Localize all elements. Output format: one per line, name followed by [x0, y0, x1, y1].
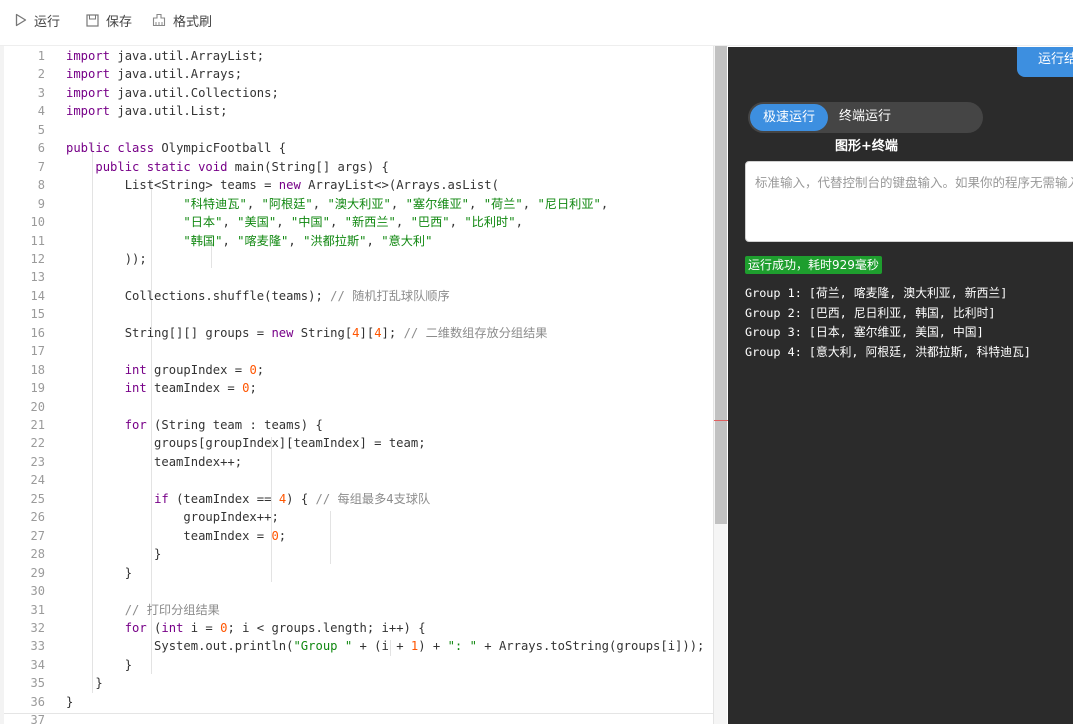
toolbar: 运行 保存 格式刷 [0, 0, 1073, 46]
format-label: 格式刷 [173, 14, 213, 30]
save-label: 保存 [106, 14, 133, 30]
code-line[interactable]: )); [66, 250, 147, 268]
fast-run-option[interactable]: 极速运行 [750, 104, 828, 131]
line-number: 17 [30, 344, 45, 359]
code-line[interactable]: "科特迪瓦", "阿根廷", "澳大利亚", "塞尔维亚", "荷兰", "尼日… [66, 195, 608, 213]
line-number: 24 [30, 473, 45, 488]
code-line[interactable]: import java.util.Arrays; [66, 65, 242, 83]
graphic-terminal-option[interactable]: 图形+终端 [835, 135, 898, 154]
code-line[interactable]: public static void main(String[] args) { [66, 158, 389, 176]
line-number: 9 [37, 196, 45, 211]
line-number: 27 [30, 528, 45, 543]
save-toolbar-button[interactable]: 保存 [86, 10, 132, 30]
line-number: 16 [30, 325, 45, 340]
run-label: 运行 [34, 14, 61, 30]
code-line[interactable]: } [66, 656, 132, 674]
code-line[interactable]: import java.util.List; [66, 102, 227, 120]
code-line[interactable]: } [66, 564, 132, 582]
save-icon [86, 13, 99, 27]
code-line[interactable]: for (int i = 0; i < groups.length; i++) … [66, 619, 426, 637]
line-number: 22 [30, 436, 45, 451]
line-number: 13 [30, 270, 45, 285]
stdin-input[interactable] [745, 161, 1073, 242]
run-status-badge: 运行成功，耗时929毫秒 [745, 256, 882, 274]
code-line[interactable]: System.out.println("Group " + (i + 1) + … [66, 637, 704, 655]
run-result-button[interactable]: 运行结果 [1017, 47, 1073, 77]
line-number: 1 [37, 49, 45, 63]
code-line[interactable]: groupIndex++; [66, 508, 278, 526]
editor-bottom-border [4, 713, 714, 714]
code-line[interactable]: Collections.shuffle(teams); // 随机打乱球队顺序 [66, 287, 450, 305]
line-number: 29 [30, 565, 45, 580]
run-panel: 运行结果 极速运行 终端运行 图形+终端 运行成功，耗时929毫秒 Group … [728, 47, 1073, 724]
code-line[interactable]: } [66, 693, 73, 711]
line-number: 6 [37, 141, 45, 156]
scrollbar-marker [714, 420, 728, 421]
line-number: 10 [30, 215, 45, 230]
line-number: 15 [30, 307, 45, 322]
code-line[interactable]: } [66, 674, 102, 692]
code-line[interactable]: } [66, 545, 161, 563]
scrollbar-thumb[interactable] [715, 46, 727, 524]
line-number: 20 [30, 399, 45, 414]
line-number: 18 [30, 362, 45, 377]
line-number: 25 [30, 491, 45, 506]
output-line: Group 2: [巴西, 尼日利亚, 韩国, 比利时] [745, 305, 996, 320]
run-toolbar-button[interactable]: 运行 [15, 10, 60, 30]
line-number: 26 [30, 510, 45, 525]
line-number: 21 [30, 418, 45, 432]
play-icon [15, 13, 27, 27]
code-line[interactable]: groups[groupIndex][teamIndex] = team; [66, 434, 426, 452]
line-number: 2 [37, 67, 45, 82]
output-line: Group 4: [意大利, 阿根廷, 洪都拉斯, 科特迪瓦] [745, 344, 1031, 359]
line-number: 19 [30, 381, 45, 396]
line-number: 34 [30, 657, 45, 672]
code-line[interactable]: String[][] groups = new String[4][4]; //… [66, 324, 548, 342]
code-line[interactable]: // 打印分组结果 [66, 601, 220, 619]
code-line[interactable]: int groupIndex = 0; [66, 361, 264, 379]
code-editor[interactable]: 1 2 3 4 5 6 7 8 9 10 11 12 13 14 15 16 17 18 19 20 21 22 23 24 2… [4, 46, 714, 724]
run-mode-toggle[interactable]: 极速运行 终端运行 [748, 102, 983, 133]
line-number: 36 [30, 694, 45, 709]
line-number: 4 [37, 104, 45, 119]
format-brush-icon [152, 13, 166, 27]
code-line[interactable]: for (String team : teams) { [66, 416, 323, 434]
code-line[interactable]: int teamIndex = 0; [66, 379, 257, 397]
line-number: 35 [30, 676, 45, 691]
line-number: 14 [30, 288, 45, 303]
code-line[interactable]: List<String> teams = new ArrayList<>(Arr… [66, 176, 499, 194]
line-number: 32 [30, 620, 45, 635]
line-number: 30 [30, 584, 45, 599]
code-line[interactable]: "日本", "美国", "中国", "新西兰", "巴西", "比利时", [66, 213, 523, 231]
output-line: Group 1: [荷兰, 喀麦隆, 澳大利亚, 新西兰] [745, 286, 1008, 300]
code-line[interactable]: teamIndex = 0; [66, 527, 286, 545]
code-line[interactable]: "韩国", "喀麦隆", "洪都拉斯", "意大利" [66, 232, 432, 250]
line-number: 12 [30, 251, 45, 266]
code-line[interactable]: public class OlympicFootball { [66, 139, 286, 157]
line-number: 11 [30, 233, 45, 248]
line-number: 33 [30, 639, 45, 654]
code-line[interactable]: teamIndex++; [66, 453, 242, 471]
line-number: 3 [37, 85, 45, 100]
line-number: 8 [37, 178, 45, 193]
code-line[interactable]: if (teamIndex == 4) { // 每组最多4支球队 [66, 490, 430, 508]
line-number: 31 [30, 602, 45, 617]
terminal-run-option[interactable]: 终端运行 [839, 102, 891, 133]
code-line[interactable]: import java.util.ArrayList; [66, 47, 264, 65]
line-number: 7 [37, 159, 45, 174]
code-line[interactable]: import java.util.Collections; [66, 84, 279, 102]
line-number: 28 [30, 547, 45, 562]
format-toolbar-button[interactable]: 格式刷 [152, 10, 212, 30]
indent-guide [330, 511, 332, 564]
line-number: 5 [37, 122, 45, 137]
line-number: 23 [30, 454, 45, 469]
editor-vertical-scrollbar[interactable] [713, 46, 728, 724]
output-line: Group 3: [日本, 塞尔维亚, 美国, 中国] [745, 325, 984, 339]
